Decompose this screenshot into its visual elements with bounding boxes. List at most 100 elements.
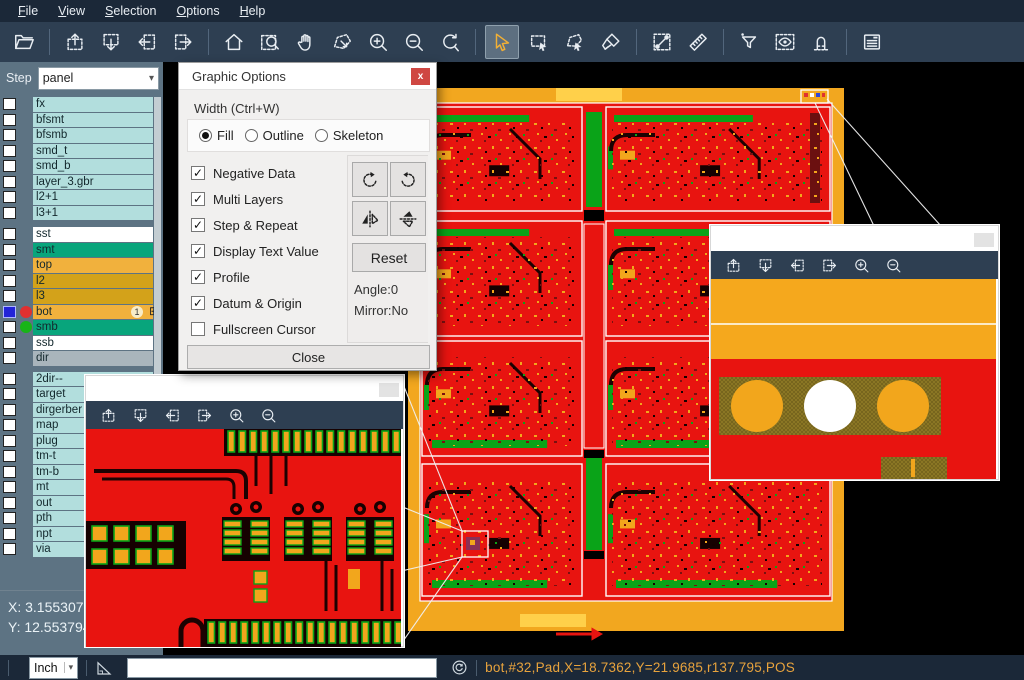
zoom-window-title-bar[interactable] — [711, 226, 998, 251]
layer-visibility-checkbox[interactable] — [3, 497, 16, 509]
reset-button[interactable]: Reset — [352, 243, 426, 272]
layer-row-ssb[interactable]: ssb — [0, 336, 163, 351]
layer-name-label[interactable]: fx — [33, 97, 153, 112]
layer-visibility-checkbox[interactable] — [3, 435, 16, 447]
refresh-icon[interactable] — [451, 659, 468, 676]
zoom-out-icon[interactable] — [398, 26, 430, 58]
layer-visibility-checkbox[interactable] — [3, 145, 16, 157]
layer-row-sst[interactable]: sst — [0, 227, 163, 242]
radio-outline[interactable]: Outline — [245, 128, 304, 143]
open-folder-icon[interactable] — [8, 26, 40, 58]
view-options-icon[interactable] — [769, 26, 801, 58]
layer-name-label[interactable]: bfsmt — [33, 113, 153, 128]
layer-visibility-checkbox[interactable] — [3, 228, 16, 240]
layer-visibility-checkbox[interactable] — [3, 450, 16, 462]
snap-angle-icon[interactable] — [95, 659, 113, 677]
layer-name-label[interactable]: smb — [33, 320, 153, 335]
menu-help[interactable]: Help — [230, 2, 276, 20]
pan-hand-icon[interactable] — [290, 26, 322, 58]
layer-name-label[interactable]: dir — [33, 351, 153, 366]
layer-visibility-checkbox[interactable] — [3, 207, 16, 219]
layer-visibility-checkbox[interactable] — [3, 114, 16, 126]
layer-name-label[interactable]: l3 — [33, 289, 153, 304]
zoom-in-icon[interactable] — [848, 253, 874, 277]
zoom-window-title-bar[interactable] — [86, 376, 403, 401]
layer-visibility-checkbox[interactable] — [3, 321, 16, 333]
layer-name-label[interactable]: top — [33, 258, 153, 273]
layer-visibility-checkbox[interactable] — [3, 191, 16, 203]
layer-visibility-checkbox[interactable] — [3, 160, 16, 172]
layer-name-label[interactable]: l2 — [33, 274, 153, 289]
layer-row-dir[interactable]: dir — [0, 351, 163, 366]
layer-row-smd_t[interactable]: smd_t — [0, 144, 163, 159]
layer-visibility-checkbox[interactable] — [3, 176, 16, 188]
layer-visibility-checkbox[interactable] — [3, 419, 16, 431]
pan-up-icon[interactable] — [59, 26, 91, 58]
close-icon[interactable]: x — [411, 68, 430, 85]
filter-icon[interactable] — [733, 26, 765, 58]
layer-name-label[interactable]: layer_3.gbr — [33, 175, 153, 190]
layer-row-smd_b[interactable]: smd_b — [0, 159, 163, 174]
layer-visibility-checkbox[interactable] — [3, 337, 16, 349]
layer-row-l2[interactable]: l2 — [0, 274, 163, 289]
layer-row-top[interactable]: top — [0, 258, 163, 273]
pan-down-icon[interactable] — [95, 26, 127, 58]
measure-ruler-icon[interactable] — [682, 26, 714, 58]
checkbox-multi-layers[interactable]: ✓Multi Layers — [191, 186, 319, 212]
layer-visibility-checkbox[interactable] — [3, 290, 16, 302]
checkbox-fullscreen-cursor[interactable]: Fullscreen Cursor — [191, 316, 319, 342]
layer-name-label[interactable]: l3+1 — [33, 206, 153, 221]
menu-file[interactable]: File — [8, 2, 48, 20]
dialog-title-bar[interactable]: Graphic Options x — [179, 63, 436, 90]
layer-name-label[interactable]: smt — [33, 243, 153, 258]
zoom-in-icon[interactable] — [223, 403, 249, 427]
layer-visibility-checkbox[interactable] — [3, 388, 16, 400]
layer-name-label[interactable]: bfsmb — [33, 128, 153, 143]
menu-options[interactable]: Options — [166, 2, 229, 20]
layer-name-label[interactable]: smd_b — [33, 159, 153, 174]
layer-visibility-checkbox[interactable] — [3, 404, 16, 416]
layer-visibility-checkbox[interactable] — [3, 543, 16, 555]
pan-left-icon[interactable] — [131, 26, 163, 58]
window-button[interactable] — [974, 233, 994, 247]
menu-selection[interactable]: Selection — [95, 2, 166, 20]
pan-down-icon[interactable] — [127, 403, 153, 427]
command-input[interactable] — [127, 658, 437, 678]
layer-name-label[interactable]: smd_t — [33, 144, 153, 159]
select-polygon-icon[interactable] — [559, 26, 591, 58]
zoom-window-viewport[interactable] — [86, 429, 401, 647]
close-button[interactable]: Close — [187, 345, 430, 369]
pan-left-icon[interactable] — [159, 403, 185, 427]
layer-name-label[interactable]: sst — [33, 227, 153, 242]
checkbox-negative-data[interactable]: ✓Negative Data — [191, 160, 319, 186]
layer-visibility-checkbox[interactable] — [3, 512, 16, 524]
layer-row-bot[interactable]: bot1⊞ — [0, 305, 163, 320]
layer-visibility-checkbox[interactable] — [3, 481, 16, 493]
layer-name-label[interactable]: l2+1 — [33, 190, 153, 205]
pan-left-icon[interactable] — [784, 253, 810, 277]
rotate-ccw-button[interactable] — [390, 162, 426, 197]
radio-fill[interactable]: Fill — [199, 128, 234, 143]
layer-row-fx[interactable]: fx — [0, 97, 163, 112]
pan-up-icon[interactable] — [720, 253, 746, 277]
layer-row-layer_3.gbr[interactable]: layer_3.gbr — [0, 175, 163, 190]
layer-row-l2+1[interactable]: l2+1 — [0, 190, 163, 205]
layer-row-smt[interactable]: smt — [0, 243, 163, 258]
unit-select[interactable]: Inch ▾ — [29, 657, 78, 679]
zoom-window-viewport[interactable] — [711, 279, 996, 479]
zoom-in-icon[interactable] — [362, 26, 394, 58]
layer-name-label[interactable]: ssb — [33, 336, 153, 351]
zoom-out-icon[interactable] — [880, 253, 906, 277]
layer-visibility-checkbox[interactable] — [3, 352, 16, 364]
layer-visibility-checkbox[interactable] — [3, 373, 16, 385]
zoom-out-icon[interactable] — [255, 403, 281, 427]
layer-visibility-checkbox[interactable] — [3, 98, 16, 110]
layer-visibility-checkbox[interactable] — [3, 129, 16, 141]
layer-visibility-checkbox[interactable] — [3, 466, 16, 478]
rotate-cw-button[interactable] — [352, 162, 388, 197]
layer-row-smb[interactable]: smb — [0, 320, 163, 335]
layer-visibility-checkbox[interactable] — [3, 275, 16, 287]
select-rect-icon[interactable] — [523, 26, 555, 58]
layer-visibility-checkbox[interactable] — [3, 528, 16, 540]
pan-down-icon[interactable] — [752, 253, 778, 277]
